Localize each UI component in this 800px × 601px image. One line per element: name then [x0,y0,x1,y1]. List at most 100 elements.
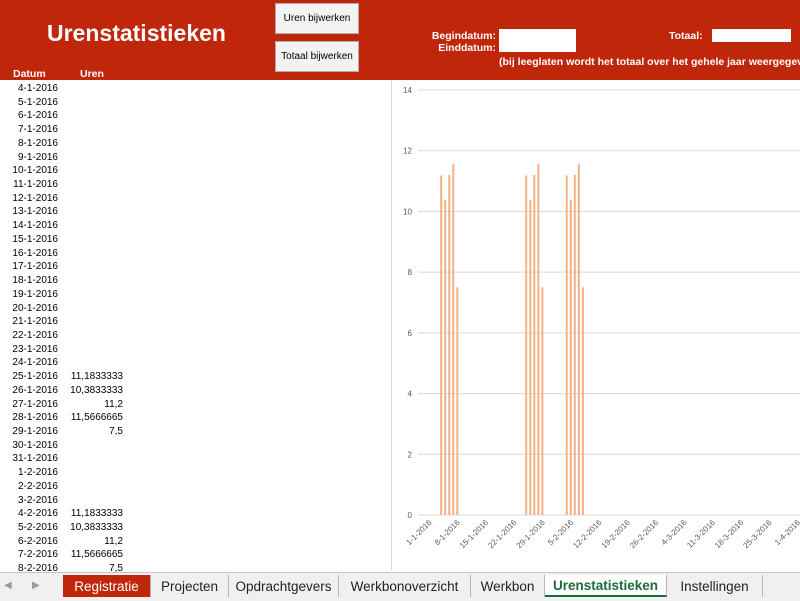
date-range-input[interactable] [499,29,576,52]
date-cell[interactable]: 26-1-2016 [12,385,58,396]
tab-instellingen[interactable]: Instellingen [667,575,763,597]
table-row[interactable]: 31-1-2016 [0,452,130,466]
date-cell[interactable]: 17-1-2016 [12,261,58,272]
date-cell[interactable]: 15-1-2016 [12,234,58,245]
sheet-header-band: Urenstatistieken Uren bijwerken Totaal b… [0,0,800,80]
tab-werkbon[interactable]: Werkbon [471,575,545,597]
table-row[interactable]: 10-1-2016 [0,164,130,178]
table-row[interactable]: 12-1-2016 [0,192,130,206]
tab-opdrachtgevers[interactable]: Opdrachtgevers [229,575,339,597]
table-row[interactable]: 1-2-2016 [0,466,130,480]
date-cell[interactable]: 19-1-2016 [12,289,58,300]
tab-scroll-right-icon[interactable]: ▶ [32,580,40,591]
table-row[interactable]: 6-1-2016 [0,109,130,123]
total-field[interactable] [712,29,791,42]
date-cell[interactable]: 18-1-2016 [12,275,58,286]
date-cell[interactable]: 5-1-2016 [18,97,58,108]
hours-cell[interactable]: 7,5 [109,426,123,437]
table-row[interactable]: 5-2-2016 10,3833333 [0,521,130,535]
date-cell[interactable]: 28-1-2016 [12,412,58,423]
date-cell[interactable]: 4-2-2016 [18,508,58,519]
table-row[interactable]: 4-2-2016 11,1833333 [0,507,130,521]
table-row[interactable]: 21-1-2016 [0,315,130,329]
date-cell[interactable]: 22-1-2016 [12,330,58,341]
table-row[interactable]: 6-2-2016 11,2 [0,535,130,549]
tab-urenstatistieken[interactable]: Urenstatistieken [545,575,667,597]
date-cell[interactable]: 9-1-2016 [18,152,58,163]
date-cell[interactable]: 6-1-2016 [18,110,58,121]
table-row[interactable]: 11-1-2016 [0,178,130,192]
date-cell[interactable]: 20-1-2016 [12,303,58,314]
date-cell[interactable]: 16-1-2016 [12,248,58,259]
date-cell[interactable]: 24-1-2016 [12,357,58,368]
hours-cell[interactable]: 11,5666665 [71,549,123,560]
hours-cell[interactable]: 11,2 [104,399,123,410]
date-cell[interactable]: 31-1-2016 [12,453,58,464]
hours-cell[interactable]: 10,3833333 [70,522,123,533]
table-row[interactable]: 9-1-2016 [0,151,130,165]
table-row[interactable]: 5-1-2016 [0,96,130,110]
table-row[interactable]: 15-1-2016 [0,233,130,247]
table-row[interactable]: 4-1-2016 [0,82,130,96]
tab-werkbonoverzicht[interactable]: Werkbonoverzicht [339,575,471,597]
date-cell[interactable]: 7-1-2016 [18,124,58,135]
table-row[interactable]: 24-1-2016 [0,356,130,370]
table-row[interactable]: 7-1-2016 [0,123,130,137]
table-row[interactable]: 28-1-2016 11,5666665 [0,411,130,425]
bar [529,199,532,515]
hours-cell[interactable]: 11,5666665 [71,412,123,423]
bar [569,199,572,515]
table-row[interactable]: 18-1-2016 [0,274,130,288]
tab-projecten[interactable]: Projecten [151,575,229,597]
update-total-button[interactable]: Totaal bijwerken [275,41,359,72]
date-cell[interactable]: 2-2-2016 [18,481,58,492]
hours-cell[interactable]: 11,2 [104,536,123,547]
date-cell[interactable]: 12-1-2016 [12,193,58,204]
date-cell[interactable]: 6-2-2016 [18,536,58,547]
tab-scroll-left-icon[interactable]: ◀ [4,580,12,591]
date-cell[interactable]: 10-1-2016 [12,165,58,176]
x-tick-label: 15-1-2016 [458,518,491,551]
date-cell[interactable]: 29-1-2016 [12,426,58,437]
date-cell[interactable]: 25-1-2016 [12,371,58,382]
table-row[interactable]: 27-1-2016 11,2 [0,398,130,412]
date-cell[interactable]: 11-1-2016 [13,179,58,190]
update-hours-button[interactable]: Uren bijwerken [275,3,359,34]
table-row[interactable]: 7-2-2016 11,5666665 [0,548,130,562]
hours-cell[interactable]: 11,1833333 [71,371,123,382]
date-cell[interactable]: 13-1-2016 [12,206,58,217]
date-cell[interactable]: 7-2-2016 [18,549,58,560]
table-row[interactable]: 16-1-2016 [0,247,130,261]
total-label: Totaal: [669,30,703,42]
table-row[interactable]: 8-1-2016 [0,137,130,151]
date-cell[interactable]: 3-2-2016 [18,495,58,506]
date-cell[interactable]: 5-2-2016 [18,522,58,533]
date-cell[interactable]: 1-2-2016 [18,467,58,478]
table-row[interactable]: 23-1-2016 [0,343,130,357]
table-row[interactable]: 13-1-2016 [0,205,130,219]
table-row[interactable]: 22-1-2016 [0,329,130,343]
hours-cell[interactable]: 11,1833333 [71,508,123,519]
table-row[interactable]: 26-1-2016 10,3833333 [0,384,130,398]
table-row[interactable]: 2-2-2016 [0,480,130,494]
hours-chart[interactable]: 0 2 4 6 8 10 12 14 1-1-2016 8-1-2016 15-1-2016 22-1… [391,80,800,572]
chart-left-border [391,80,392,570]
table-row[interactable]: 14-1-2016 [0,219,130,233]
table-row[interactable]: 20-1-2016 [0,302,130,316]
table-row[interactable]: 19-1-2016 [0,288,130,302]
date-cell[interactable]: 27-1-2016 [12,399,58,410]
table-row[interactable]: 17-1-2016 [0,260,130,274]
hours-cell[interactable]: 10,3833333 [70,385,123,396]
date-cell[interactable]: 23-1-2016 [12,344,58,355]
table-row[interactable]: 25-1-2016 11,1833333 [0,370,130,384]
tab-registratie[interactable]: Registratie [63,575,151,597]
date-cell[interactable]: 4-1-2016 [18,83,58,94]
date-cell[interactable]: 21-1-2016 [12,316,58,327]
table-row[interactable]: 3-2-2016 [0,494,130,508]
date-cell[interactable]: 14-1-2016 [12,220,58,231]
table-row[interactable]: 30-1-2016 [0,439,130,453]
date-cell[interactable]: 30-1-2016 [12,440,58,451]
table-row[interactable]: 29-1-2016 7,5 [0,425,130,439]
date-cell[interactable]: 8-1-2016 [18,138,58,149]
x-tick-label: 22-1-2016 [486,518,519,551]
